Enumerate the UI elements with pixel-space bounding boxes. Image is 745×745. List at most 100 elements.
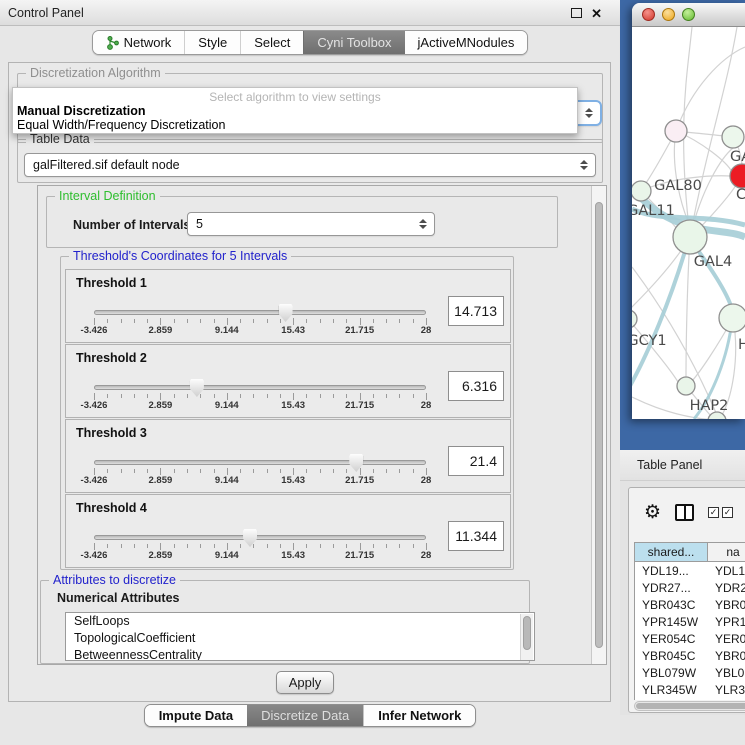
ruler-tick — [267, 394, 268, 398]
ruler-tick — [121, 319, 122, 323]
dropdown-placeholder: Select algorithm to view settings — [13, 88, 577, 104]
table-row[interactable]: YLR345WYLR3 — [635, 681, 745, 698]
slider-ruler — [94, 543, 426, 550]
close-icon[interactable]: ✕ — [591, 7, 602, 20]
attribute-item[interactable]: TopologicalCoefficient — [66, 630, 534, 647]
ruler-tick — [306, 319, 307, 323]
number-of-intervals-combobox[interactable]: 5 — [187, 212, 435, 236]
table-row[interactable]: YBR043CYBR0 — [635, 596, 745, 613]
tab-discretize-data[interactable]: Discretize Data — [247, 705, 363, 726]
checkbox-icon[interactable]: ✓ — [708, 507, 719, 518]
tab-select[interactable]: Select — [240, 31, 303, 54]
slider-track[interactable] — [94, 310, 426, 315]
node-hap2[interactable] — [677, 377, 695, 395]
slider-track[interactable] — [94, 385, 426, 390]
attribute-item[interactable]: BetweennessCentrality — [66, 647, 534, 661]
ruler-tick — [134, 469, 135, 473]
node-red[interactable] — [730, 164, 745, 188]
ruler-tick-label: 2.859 — [149, 400, 173, 411]
ruler-tick — [426, 543, 427, 550]
table-data-combobox[interactable]: galFiltered.sif default node — [24, 153, 596, 177]
node-gal11[interactable] — [632, 181, 651, 201]
ruler-tick — [360, 318, 361, 325]
table-row[interactable]: YBL079WYBL0 — [635, 664, 745, 681]
ruler-tick — [174, 394, 175, 398]
ruler-tick — [399, 469, 400, 473]
attribute-item[interactable]: SelfLoops — [66, 613, 534, 630]
horizontal-scrollbar[interactable] — [634, 701, 745, 711]
split-table-icon[interactable] — [675, 504, 694, 521]
table-cell: YDR2 — [708, 579, 745, 596]
ruler-tick-label: 15.43 — [281, 475, 305, 486]
bottom-tab-group: Impute DataDiscretize DataInfer Network — [144, 704, 477, 727]
table-row[interactable]: YBR045CYBR0 — [635, 647, 745, 664]
checkbox-icon[interactable]: ✓ — [722, 507, 733, 518]
column-header-shared[interactable]: shared... — [635, 543, 708, 561]
ruler-tick — [240, 319, 241, 323]
threshold-value-field[interactable]: 21.4 — [448, 446, 504, 476]
dropdown-option-equal-width-frequency[interactable]: Equal Width/Frequency Discretization — [13, 118, 577, 132]
tab-impute-data[interactable]: Impute Data — [145, 705, 247, 726]
interval-definition-group: Interval Definition Number of Intervals … — [46, 196, 558, 248]
tab-infer-network[interactable]: Infer Network — [363, 705, 475, 726]
tab-style[interactable]: Style — [184, 31, 240, 54]
ruler-tick — [200, 319, 201, 323]
table-row[interactable]: YIL052CYIL0 — [635, 698, 745, 700]
dropdown-option-manual-discretization[interactable]: Manual Discretization — [13, 104, 577, 118]
tab-network[interactable]: Network — [93, 31, 185, 54]
ruler-tick-label: 28 — [421, 400, 432, 411]
threshold-value-field[interactable]: 11.344 — [448, 521, 504, 551]
table-row[interactable]: YDL19...YDL1 — [635, 562, 745, 579]
node-gal4[interactable] — [673, 220, 707, 254]
vertical-scrollbar[interactable] — [591, 186, 606, 664]
combo-arrows-icon — [585, 108, 593, 118]
tab-cyni-toolbox[interactable]: Cyni Toolbox — [303, 31, 404, 54]
ruler-tick — [413, 469, 414, 473]
ruler-tick — [346, 469, 347, 473]
column-header-na[interactable]: na — [708, 543, 745, 561]
ruler-tick — [160, 543, 161, 550]
threshold-panel: Threshold 2 -3.4262.8599.14415.4321.7152… — [65, 344, 511, 418]
ruler-tick — [386, 319, 387, 323]
float-window-icon[interactable] — [571, 8, 582, 18]
network-edge — [676, 47, 745, 131]
ruler-tick — [360, 543, 361, 550]
table-cell: YDR27... — [635, 579, 708, 596]
gear-icon[interactable]: ⚙ — [644, 503, 661, 522]
apply-button[interactable]: Apply — [276, 671, 334, 694]
node-table[interactable]: shared...na YDL19...YDL1YDR27...YDR2YBR0… — [634, 542, 745, 700]
node-h[interactable] — [719, 304, 745, 332]
node-gcy1[interactable] — [632, 310, 637, 328]
table-row[interactable]: YER054CYER0 — [635, 630, 745, 647]
close-window-icon[interactable] — [642, 8, 655, 21]
network-canvas[interactable]: GAL80GACGAL11GAL4GCY1HHAP2 — [632, 27, 745, 419]
tab-jactivemnodules[interactable]: jActiveMNodules — [405, 31, 528, 54]
attributes-scrollbar[interactable] — [520, 614, 533, 660]
node-label: HAP2 — [690, 398, 729, 414]
numerical-attributes-label: Numerical Attributes — [57, 591, 179, 605]
table-row[interactable]: YDR27...YDR2 — [635, 579, 745, 596]
network-window[interactable]: GAL80GACGAL11GAL4GCY1HHAP2 — [632, 3, 745, 419]
minimize-window-icon[interactable] — [662, 8, 675, 21]
table-cell: YER054C — [635, 630, 708, 647]
table-panel-inner: ⚙ ✓ ✓ shared...na YDL19...YDL1YDR27...YD… — [628, 487, 745, 713]
ruler-tick — [200, 469, 201, 473]
ruler-tick — [280, 394, 281, 398]
ruler-tick — [373, 544, 374, 548]
node-gal80[interactable] — [665, 120, 687, 142]
combo-value: 5 — [196, 217, 203, 231]
node-label: GCY1 — [632, 333, 667, 349]
node-label: GAL80 — [654, 178, 702, 194]
slider-track[interactable] — [94, 460, 426, 465]
ruler-tick — [187, 469, 188, 473]
slider-track[interactable] — [94, 535, 426, 540]
threshold-value-field[interactable]: 14.713 — [448, 296, 504, 326]
ruler-tick — [107, 469, 108, 473]
threshold-value-field[interactable]: 6.316 — [448, 371, 504, 401]
network-window-titlebar[interactable] — [632, 3, 745, 27]
numerical-attributes-list[interactable]: SelfLoopsTopologicalCoefficientBetweenne… — [65, 612, 535, 661]
maximize-window-icon[interactable] — [682, 8, 695, 21]
table-row[interactable]: YPR145WYPR1 — [635, 613, 745, 630]
ruler-tick — [267, 544, 268, 548]
node-top-right[interactable] — [722, 126, 744, 148]
